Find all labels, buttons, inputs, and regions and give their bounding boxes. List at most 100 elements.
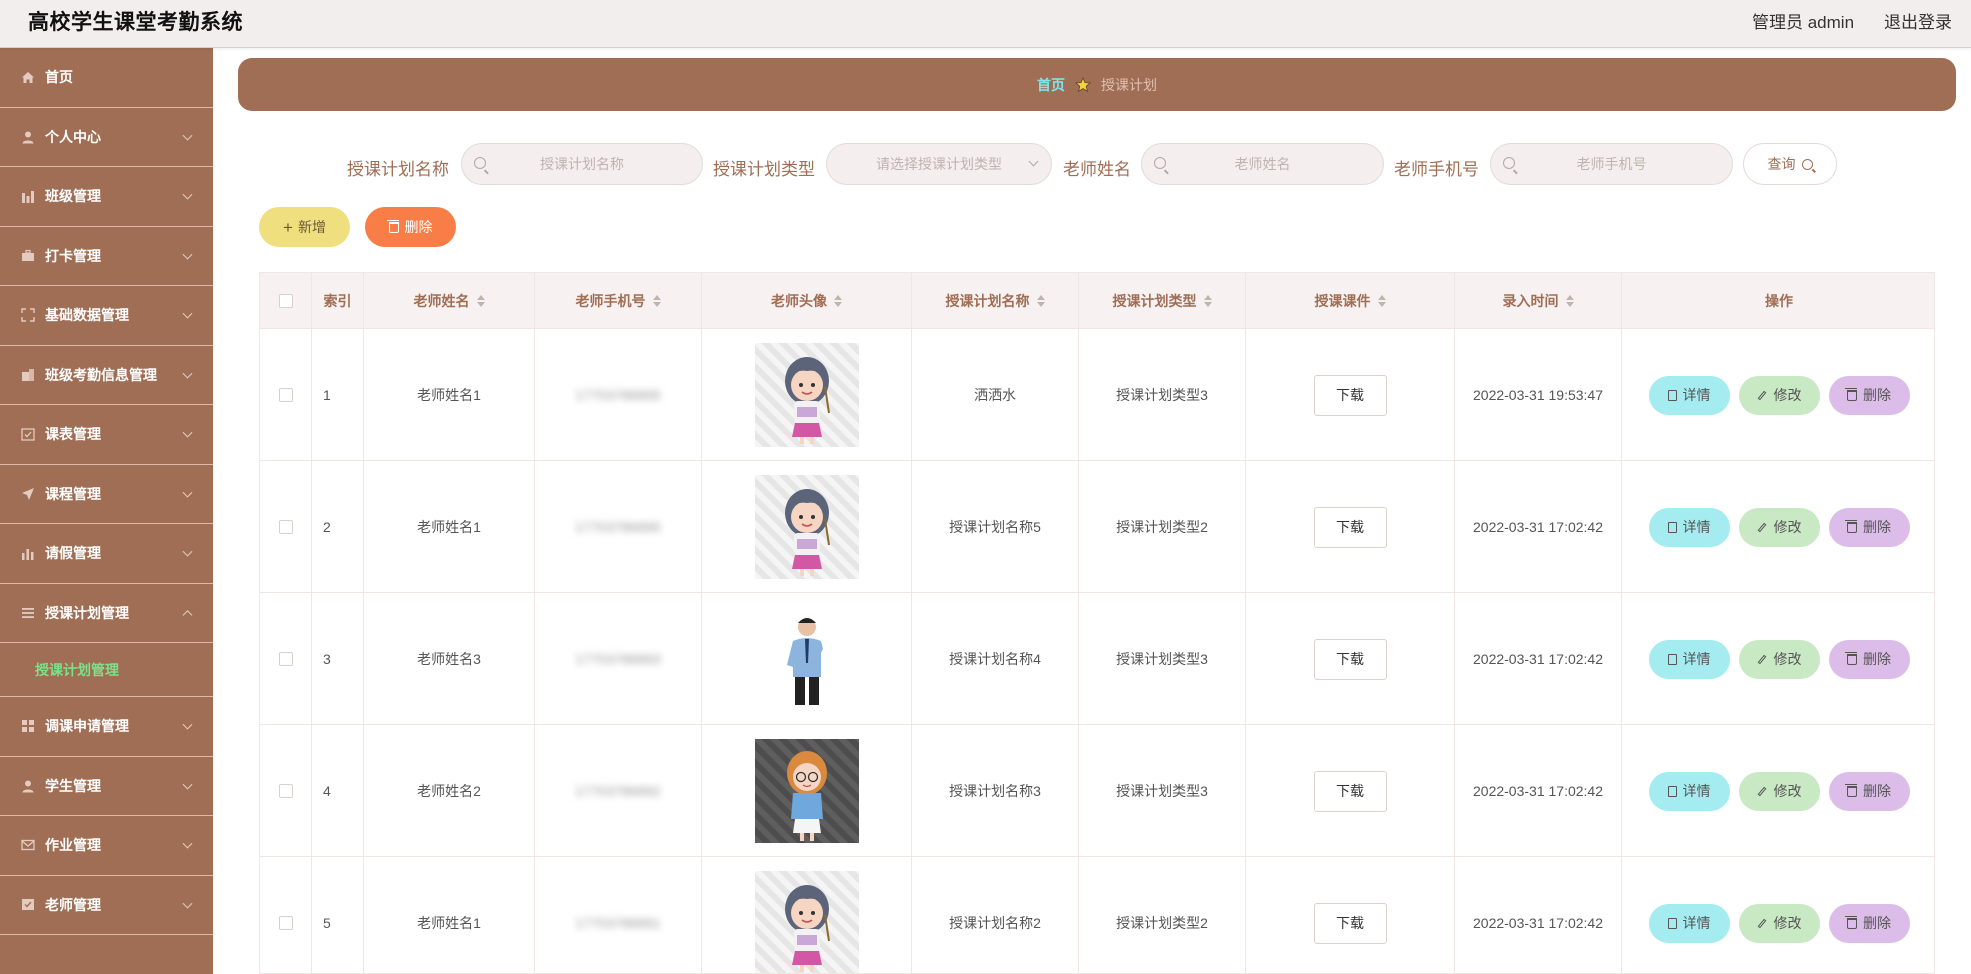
col-avatar[interactable]: 老师头像 [702,273,912,329]
delete-button[interactable]: 删除 [1828,639,1910,679]
star-icon [1075,76,1091,93]
sidebar-item-course[interactable]: 课程管理 [0,465,213,524]
sort-icon [1565,295,1574,307]
sidebar-item-timetable[interactable]: 课表管理 [0,405,213,465]
row-plan-name: 授课计划名称2 [912,857,1079,973]
col-actions: 操作 [1765,293,1793,309]
detail-button[interactable]: 详情 [1648,507,1730,547]
sidebar-item-label: 班级考勤信息管理 [45,366,157,383]
sidebar-item-student[interactable]: 学生管理 [0,757,213,816]
row-checkbox[interactable] [278,784,293,798]
sidebar-item-label: 打卡管理 [45,247,101,264]
delete-button[interactable]: 删除 [1828,771,1910,811]
row-checkbox[interactable] [278,520,293,534]
document-icon [1667,785,1677,797]
col-plan-type[interactable]: 授课计划类型 [1079,273,1246,329]
trash-icon [1845,651,1857,665]
row-teacher-phone: 17703786895 [535,461,702,593]
download-button[interactable]: 下载 [1313,638,1387,680]
row-avatar-cell [702,725,912,857]
sidebar-item-teacher[interactable]: 老师管理 [0,876,213,935]
pencil-icon [1757,786,1766,796]
row-actions: 详情 修改 删除 [1622,329,1934,461]
plan-name-input[interactable]: 授课计划名称 [461,143,703,185]
sidebar-item-basedata[interactable]: 基础数据管理 [0,286,213,346]
sidebar-subitem-teaching-plan[interactable]: 授课计划管理 [0,643,213,697]
delete-button[interactable]: 删除 [1828,903,1910,943]
sidebar-item-leave[interactable]: 请假管理 [0,524,213,584]
batch-delete-button[interactable]: 删除 [365,207,456,247]
sidebar-item-label: 首页 [45,69,73,86]
sidebar-item-homework[interactable]: 作业管理 [0,816,213,876]
delete-button[interactable]: 删除 [1828,375,1910,415]
sidebar-item-profile[interactable]: 个人中心 [0,108,213,167]
row-entry-time: 2022-03-31 17:02:42 [1455,593,1622,725]
sidebar-item-label: 学生管理 [45,777,101,794]
row-checkbox[interactable] [278,652,293,666]
sidebar-item-checkin[interactable]: 打卡管理 [0,227,213,286]
row-plan-type: 授课计划类型3 [1079,725,1246,857]
col-plan-name[interactable]: 授课计划名称 [912,273,1079,329]
row-courseware: 下载 [1246,857,1455,973]
download-button[interactable]: 下载 [1313,770,1387,812]
pencil-icon [1757,654,1766,664]
edit-button[interactable]: 修改 [1738,639,1820,679]
row-teacher-name: 老师姓名1 [364,461,535,593]
row-teacher-phone: 17703786892 [535,725,702,857]
teacher-name-input[interactable]: 老师姓名 [1141,143,1384,185]
chevron-down-icon [182,427,193,438]
select-all-cell [260,273,312,329]
send-icon [20,487,36,501]
row-plan-type: 授课计划类型2 [1079,461,1246,593]
col-entry-time[interactable]: 录入时间 [1455,273,1622,329]
sidebar-item-class-attendance[interactable]: 班级考勤信息管理 [0,346,213,405]
edit-button[interactable]: 修改 [1738,771,1820,811]
sort-icon [1036,295,1045,307]
chevron-down-icon [182,368,193,379]
sidebar-item-label: 调课申请管理 [45,718,129,735]
edit-button[interactable]: 修改 [1738,507,1820,547]
sidebar-item-home[interactable]: 首页 [0,48,213,108]
document-icon [1667,389,1677,401]
add-button[interactable]: + 新增 [259,207,350,247]
plan-type-select[interactable]: 请选择授课计划类型 [826,143,1052,185]
teacher-phone-input[interactable]: 老师手机号 [1490,143,1733,185]
download-button[interactable]: 下载 [1313,506,1387,548]
detail-button[interactable]: 详情 [1648,771,1730,811]
col-courseware[interactable]: 授课课件 [1246,273,1455,329]
query-button[interactable]: 查询 [1743,143,1837,185]
download-button[interactable]: 下载 [1313,374,1387,416]
sidebar-item-class[interactable]: 班级管理 [0,167,213,227]
document-icon [1667,917,1677,929]
col-teacher-phone[interactable]: 老师手机号 [535,273,702,329]
detail-button[interactable]: 详情 [1648,903,1730,943]
detail-button[interactable]: 详情 [1648,639,1730,679]
col-teacher-name[interactable]: 老师姓名 [364,273,535,329]
table-row: 4 老师姓名2 17703786892 授课计划名称3 授课计划类型3 下载 2… [260,725,1934,857]
plan-name-label: 授课计划名称 [347,160,449,179]
delete-button[interactable]: 删除 [1828,507,1910,547]
sort-icon [1377,295,1386,307]
row-checkbox[interactable] [278,388,293,402]
sidebar-item-teaching-plan[interactable]: 授课计划管理 [0,584,213,643]
row-courseware: 下载 [1246,593,1455,725]
list-icon [20,606,36,620]
breadcrumb-home[interactable]: 首页 [1037,75,1065,95]
edit-button[interactable]: 修改 [1738,375,1820,415]
select-all-checkbox[interactable] [278,294,293,308]
download-button[interactable]: 下载 [1313,902,1387,944]
search-icon [1801,158,1813,170]
detail-button[interactable]: 详情 [1648,375,1730,415]
chevron-down-icon [182,898,193,909]
teacher-avatar [754,739,859,843]
document-icon [1667,521,1677,533]
edit-button[interactable]: 修改 [1738,903,1820,943]
grid-icon [20,719,36,733]
sidebar-item-label: 个人中心 [45,128,101,145]
logout-link[interactable]: 退出登录 [1884,8,1952,33]
search-icon [1503,157,1515,169]
sidebar-item-course-change[interactable]: 调课申请管理 [0,697,213,757]
row-teacher-name: 老师姓名1 [364,857,535,973]
row-checkbox[interactable] [278,916,293,930]
row-index: 1 [312,329,364,461]
